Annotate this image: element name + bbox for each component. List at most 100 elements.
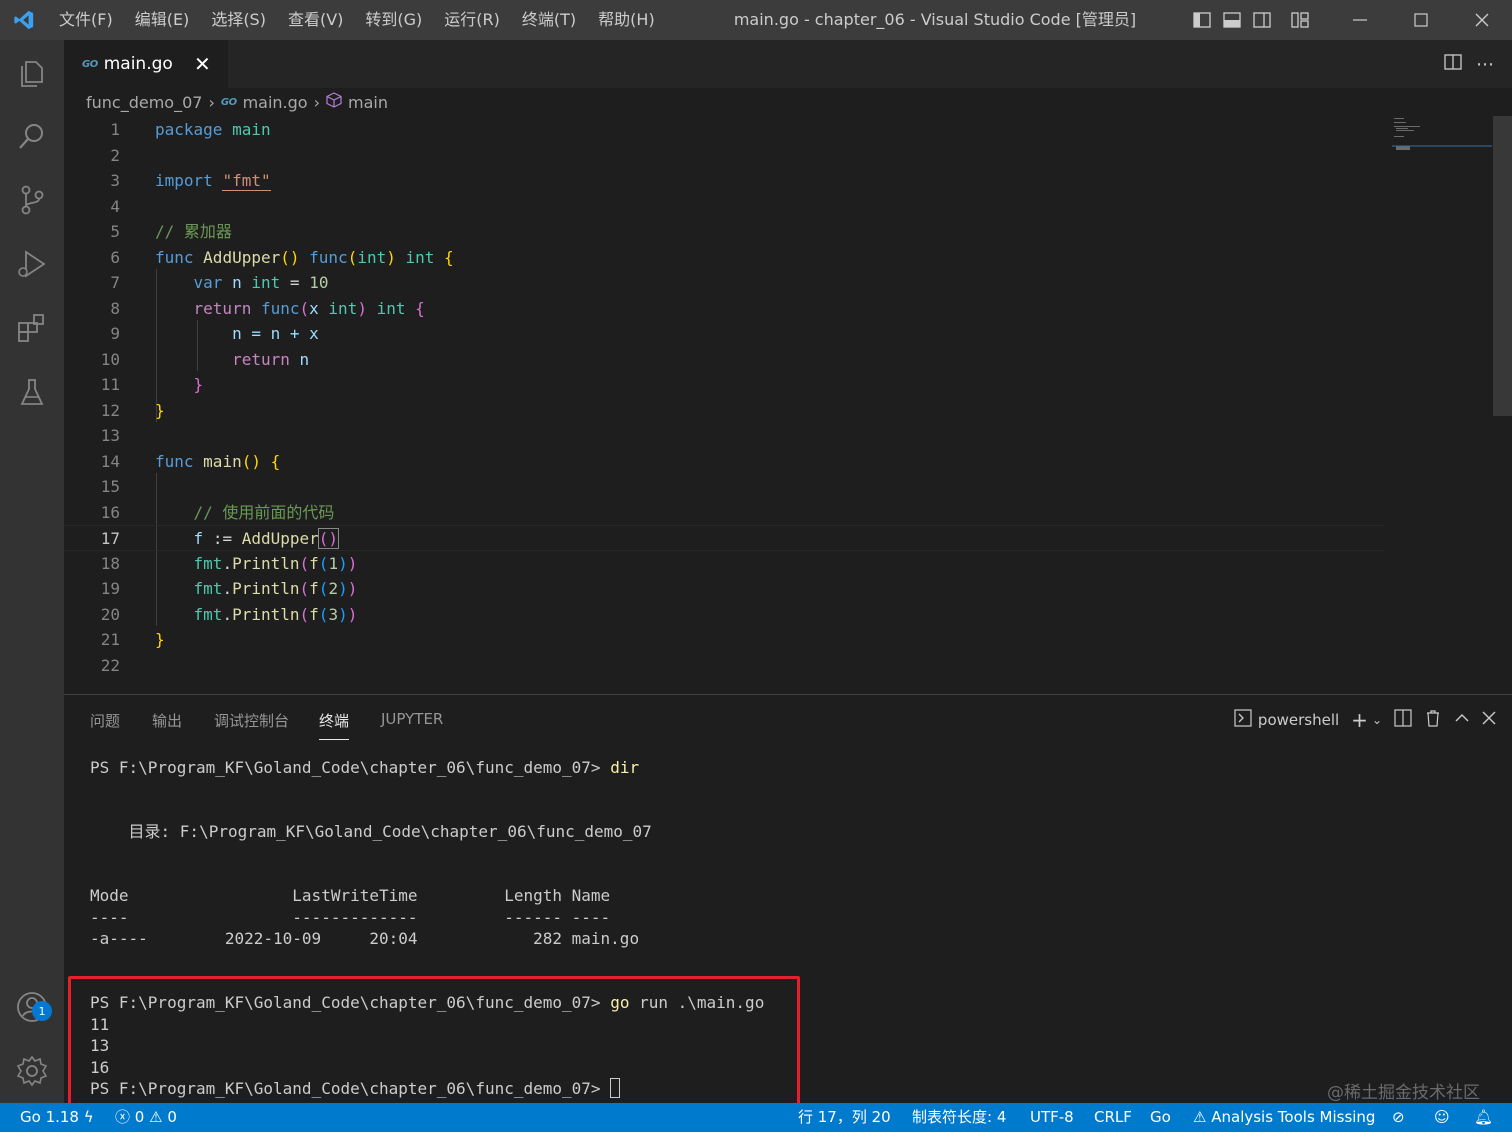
code-line: 20 fmt.Println(f(3)) <box>100 604 358 624</box>
extensions-icon[interactable] <box>0 296 64 360</box>
chevron-right-icon: › <box>208 92 215 112</box>
status-analysis-tools[interactable]: ⚠ Analysis Tools Missing <box>1193 1103 1375 1132</box>
code-line: 16 // 使用前面的代码 <box>100 502 335 522</box>
editor-tab-bar: GO main.go ✕ ⋯ <box>64 40 1512 88</box>
tab-output[interactable]: 输出 <box>152 710 182 731</box>
status-problems[interactable]: ⓧ 0 ⚠ 0 <box>115 1103 177 1132</box>
error-icon: ⓧ <box>115 1108 131 1126</box>
code-line: 5// 累加器 <box>110 222 232 241</box>
status-go-version[interactable]: Go 1.18 ϟ <box>20 1103 94 1132</box>
terminal-shell-name[interactable]: powershell <box>1258 711 1339 729</box>
split-editor-icon[interactable] <box>1444 54 1462 74</box>
menu-file[interactable]: 文件(F) <box>48 0 124 40</box>
new-terminal-plus-icon[interactable]: + <box>1351 708 1368 732</box>
status-encoding[interactable]: UTF-8 <box>1030 1103 1074 1132</box>
customize-layout-icon[interactable] <box>1285 0 1315 40</box>
breadcrumb-folder[interactable]: func_demo_07 <box>86 93 202 112</box>
menu-edit[interactable]: 编辑(E) <box>124 0 201 40</box>
code-line: 9 n = n + x <box>110 324 319 343</box>
window-title: main.go - chapter_06 - Visual Studio Cod… <box>733 10 1137 29</box>
status-no-sync-icon[interactable]: ⊘ <box>1392 1103 1405 1132</box>
highlight-box <box>68 976 800 1113</box>
vscode-logo-icon <box>0 0 48 40</box>
title-bar: 文件(F) 编辑(E) 选择(S) 查看(V) 转到(G) 运行(R) 终端(T… <box>0 0 1512 40</box>
status-language[interactable]: Go <box>1150 1103 1171 1132</box>
menu-selection[interactable]: 选择(S) <box>200 0 277 40</box>
tab-jupyter[interactable]: JUPYTER <box>381 710 443 728</box>
source-control-icon[interactable] <box>0 168 64 232</box>
menu-view[interactable]: 查看(V) <box>277 0 354 40</box>
breadcrumb: func_demo_07 › GO main.go › main <box>64 88 1512 116</box>
terminal-icon <box>1234 709 1252 731</box>
terminal-line: 目录: F:\Program_KF\Goland_Code\chapter_06… <box>90 822 652 841</box>
tab-label: main.go <box>103 54 173 74</box>
close-panel-icon[interactable] <box>1482 711 1496 729</box>
warning-icon: ⚠ <box>1193 1108 1207 1126</box>
more-actions-icon[interactable]: ⋯ <box>1476 54 1494 75</box>
tab-terminal[interactable]: 终端 <box>319 710 350 740</box>
code-line: 11 } <box>100 375 204 394</box>
terminal-line: PS F:\Program_KF\Goland_Code\chapter_06\… <box>90 758 640 777</box>
toggle-secondary-sidebar-icon[interactable] <box>1247 0 1277 40</box>
activity-bar: 1 <box>0 40 64 1103</box>
code-line: 2 <box>110 145 120 165</box>
warning-icon: ⚠ <box>149 1108 163 1126</box>
notifications-bell-icon[interactable]: 🔔︎ <box>1474 1103 1493 1132</box>
code-line: 3 import "fmt" <box>110 171 271 191</box>
maximize-button[interactable] <box>1390 0 1451 40</box>
minimize-button[interactable] <box>1329 0 1390 40</box>
split-terminal-icon[interactable] <box>1394 709 1412 731</box>
accounts-icon[interactable]: 1 <box>0 975 64 1039</box>
testing-flask-icon[interactable] <box>0 360 64 424</box>
code-line: 15 <box>100 477 120 496</box>
breadcrumb-file[interactable]: main.go <box>243 93 308 112</box>
menu-help[interactable]: 帮助(H) <box>587 0 666 40</box>
code-line: 14 func main() { <box>100 451 281 471</box>
run-debug-icon[interactable] <box>0 232 64 296</box>
terminal-line: Mode LastWriteTime Length Name <box>90 886 611 905</box>
terminal-line: -a---- 2022-10-09 20:04 282 main.go <box>90 929 640 948</box>
code-line: 8 return func(x int) int { <box>110 298 425 318</box>
go-file-icon: GO <box>82 58 98 70</box>
tab-main-go[interactable]: GO main.go ✕ <box>64 40 228 88</box>
code-line-current: 17 f := AddUpper() <box>64 525 1384 551</box>
watermark: @稀土掘金技术社区 <box>1327 1083 1480 1103</box>
chevron-down-icon[interactable]: ⌄ <box>1372 713 1382 727</box>
editor-scrollbar[interactable] <box>1493 116 1512 416</box>
search-icon[interactable] <box>0 104 64 168</box>
menu-terminal[interactable]: 终端(T) <box>511 0 587 40</box>
code-line: 7 var n int = 10 <box>110 273 329 292</box>
code-line: 19 fmt.Println(f(2)) <box>100 579 358 598</box>
status-feedback-icon[interactable]: ☺ <box>1434 1103 1450 1132</box>
code-line: 1 package main <box>110 120 271 139</box>
menu-go[interactable]: 转到(G) <box>354 0 433 40</box>
terminal-line: ---- ------------- ------ ---- <box>90 908 611 927</box>
settings-gear-icon[interactable] <box>0 1039 64 1103</box>
status-bar: Go 1.18 ϟ ⓧ 0 ⚠ 0 行 17，列 20 制表符长度: 4 UTF… <box>0 1103 1512 1132</box>
go-file-icon: GO <box>220 96 237 108</box>
code-line: 10 return n <box>100 349 310 369</box>
toggle-sidebar-icon[interactable] <box>1187 0 1217 40</box>
close-tab-icon[interactable]: ✕ <box>194 52 211 76</box>
status-tab-size[interactable]: 制表符长度: 4 <box>912 1103 1006 1132</box>
explorer-icon[interactable] <box>0 40 64 104</box>
chevron-right-icon: › <box>313 92 320 112</box>
close-window-button[interactable] <box>1451 0 1512 40</box>
tab-debug-console[interactable]: 调试控制台 <box>214 710 289 731</box>
code-line: 13 <box>100 426 120 445</box>
bolt-icon: ϟ <box>83 1108 94 1126</box>
trash-icon[interactable] <box>1424 709 1442 731</box>
accounts-badge: 1 <box>32 1001 52 1021</box>
minimap[interactable] <box>1392 116 1492 156</box>
toggle-panel-icon[interactable] <box>1217 0 1247 40</box>
menu-run[interactable]: 运行(R) <box>433 0 511 40</box>
status-cursor-position[interactable]: 行 17，列 20 <box>798 1103 891 1132</box>
breadcrumb-symbol[interactable]: main <box>348 93 388 112</box>
symbol-package-icon <box>326 92 342 112</box>
maximize-panel-chevron-up-icon[interactable] <box>1454 710 1470 730</box>
tab-problems[interactable]: 问题 <box>90 710 120 731</box>
code-line: 18 fmt.Println(f(1)) <box>100 553 358 573</box>
status-eol[interactable]: CRLF <box>1094 1103 1132 1132</box>
code-line: 12} <box>100 400 165 420</box>
code-editor[interactable]: 1 package main 2 3 import "fmt" 4 5// 累加器 … <box>64 116 1384 694</box>
